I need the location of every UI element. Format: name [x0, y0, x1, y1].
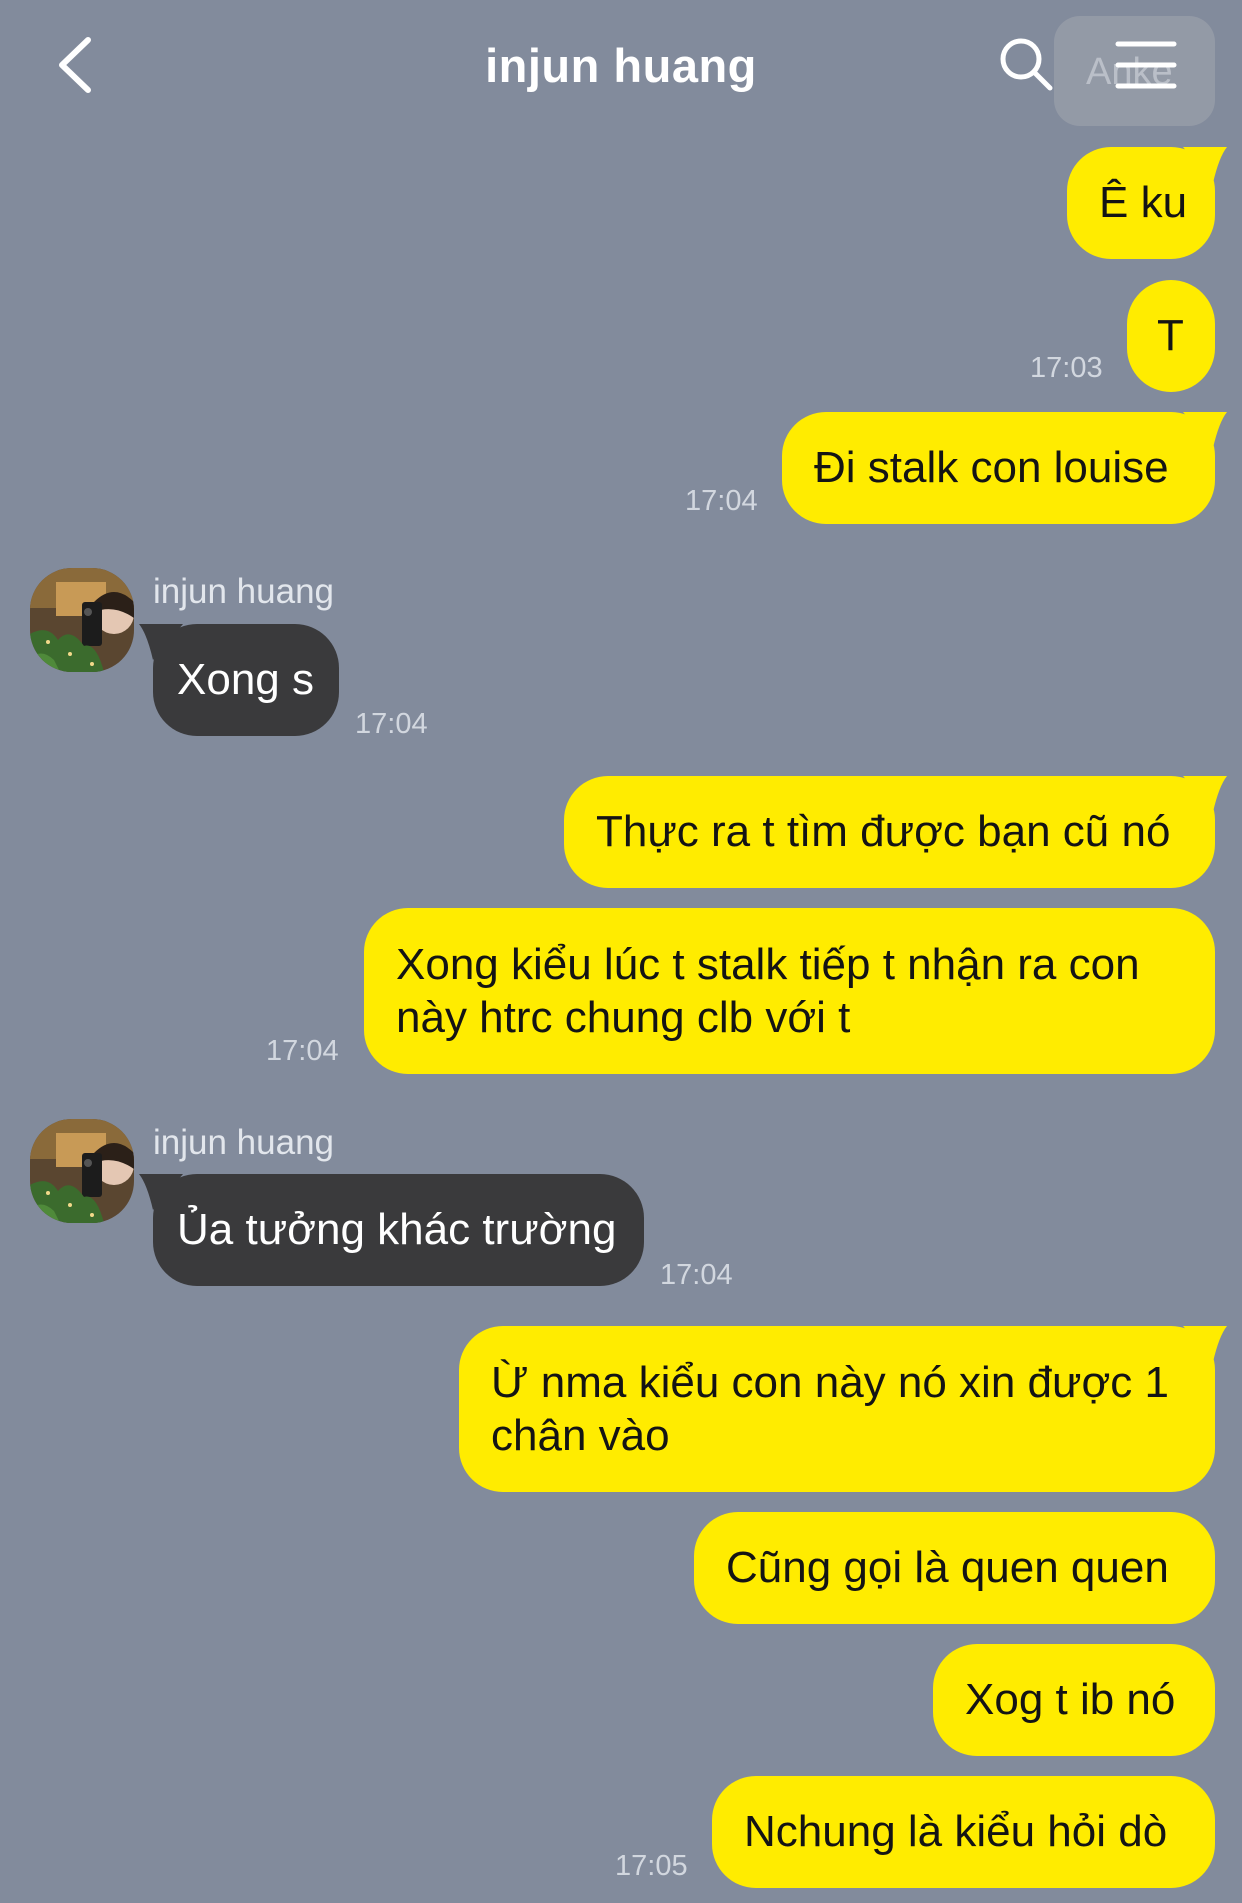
outgoing-message-bubble[interactable]: Cũng gọi là quen quen: [694, 1512, 1215, 1624]
outgoing-message-bubble[interactable]: Nchung là kiểu hỏi dò: [712, 1776, 1215, 1888]
outgoing-message-bubble[interactable]: T: [1127, 280, 1215, 392]
message-text: T: [1157, 311, 1184, 360]
chat-screen: injun huang Anke Ê ku T 17:03 Đi stalk c…: [0, 0, 1242, 1903]
sender-name: injun huang: [153, 1123, 334, 1162]
message-text: Đi stalk con louise: [814, 443, 1169, 492]
bubble-tail: [139, 624, 183, 660]
outgoing-message-bubble[interactable]: Ê ku: [1067, 147, 1227, 259]
message-timestamp: 17:03: [1030, 352, 1103, 384]
bubble-tail: [1183, 412, 1227, 448]
search-button[interactable]: [996, 34, 1056, 94]
outgoing-message-bubble[interactable]: Xong kiểu lúc t stalk tiếp t nhận ra con…: [364, 908, 1215, 1074]
hamburger-menu-icon: [1115, 41, 1177, 89]
message-timestamp: 17:04: [266, 1035, 339, 1067]
message-text: Xong s: [177, 655, 314, 704]
menu-button[interactable]: [1114, 38, 1178, 92]
message-text: Thực ra t tìm được bạn cũ nó: [596, 807, 1171, 856]
message-text: Xong kiểu lúc t stalk tiếp t nhận ra con…: [396, 940, 1140, 1042]
message-timestamp: 17:04: [355, 708, 428, 740]
avatar[interactable]: [30, 568, 134, 672]
sender-name: injun huang: [153, 572, 334, 611]
incoming-message-bubble[interactable]: Ủa tưởng khác trường: [139, 1174, 644, 1286]
search-icon: [1000, 38, 1053, 91]
profile-photo: [30, 568, 134, 672]
avatar[interactable]: [30, 1119, 134, 1223]
message-text: Nchung là kiểu hỏi dò: [744, 1807, 1168, 1856]
outgoing-message-bubble[interactable]: Ừ nma kiểu con này nó xin được 1 chân và…: [459, 1326, 1227, 1492]
message-timestamp: 17:04: [660, 1259, 733, 1291]
outgoing-message-bubble[interactable]: Thực ra t tìm được bạn cũ nó: [564, 776, 1227, 888]
message-text: Ừ nma kiểu con này nó xin được 1 chân và…: [491, 1358, 1170, 1460]
message-text: Xog t ib nó: [965, 1675, 1176, 1724]
bubble-tail: [1183, 147, 1227, 183]
message-text: Ê ku: [1099, 178, 1188, 227]
bubble-tail: [1183, 776, 1227, 812]
message-timestamp: 17:04: [685, 485, 758, 517]
bubble-tail: [1183, 1326, 1227, 1362]
message-text: Ủa tưởng khác trường: [177, 1205, 617, 1254]
outgoing-message-bubble[interactable]: Đi stalk con louise: [782, 412, 1227, 524]
message-text: Cũng gọi là quen quen: [726, 1543, 1169, 1592]
incoming-message-bubble[interactable]: Xong s: [139, 624, 339, 736]
bubble-tail: [139, 1174, 183, 1210]
profile-photo: [30, 1119, 134, 1223]
chat-header: injun huang Anke: [0, 0, 1242, 140]
message-timestamp: 17:05: [615, 1850, 688, 1882]
outgoing-message-bubble[interactable]: Xog t ib nó: [933, 1644, 1215, 1756]
